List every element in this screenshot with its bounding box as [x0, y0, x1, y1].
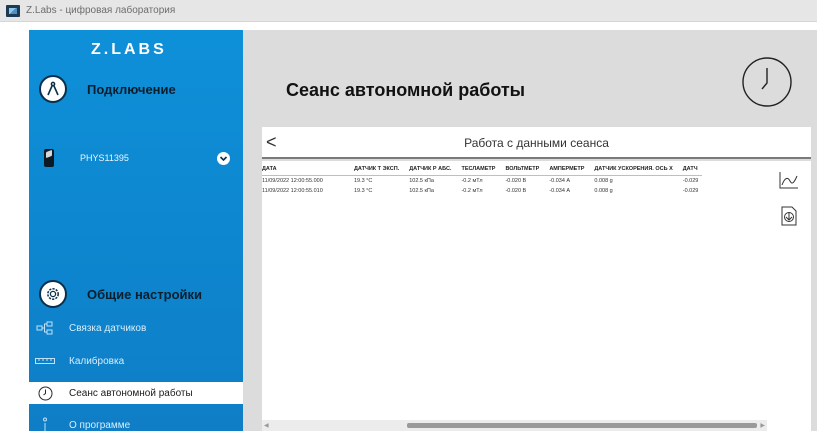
- chevron-down-icon[interactable]: [217, 151, 230, 165]
- connection-title: Подключение: [87, 82, 176, 97]
- menu-item-label: О программе: [69, 419, 131, 431]
- table-cell: 0.008 g: [594, 178, 613, 184]
- settings-gear-icon[interactable]: [39, 280, 67, 308]
- scrollbar-thumb[interactable]: [407, 423, 757, 428]
- menu-item-autonomous-session[interactable]: Сеанс автономной работы: [29, 382, 243, 404]
- column-header[interactable]: ДАТЧИК Р АБС.: [403, 161, 456, 176]
- menu-item-about[interactable]: О программе: [29, 414, 243, 431]
- app-icon: [6, 4, 20, 17]
- table-cell: -0.034 А: [549, 188, 571, 194]
- table-header-row: ДАТА ДАТЧИК Т ЭКСП. ДАТЧИК Р АБС. ТЕСЛАМ…: [262, 161, 703, 176]
- chart-button[interactable]: [778, 169, 800, 191]
- table-cell: 102.5 кПа: [409, 188, 434, 194]
- page-title: Сеанс автономной работы: [286, 80, 526, 100]
- table-cell: -0.034 А: [549, 178, 571, 184]
- clock-icon: [31, 386, 59, 401]
- menu-item-label: Сеанс автономной работы: [69, 387, 193, 399]
- table-cell: 102.5 кПа: [409, 178, 434, 184]
- menu-item-label: Калибровка: [69, 355, 125, 367]
- settings-title: Общие настройки: [87, 287, 202, 302]
- table-cell: -0.029: [682, 178, 699, 184]
- logo: Z.LABS: [91, 41, 167, 58]
- table-cell: 11/09/2022 12:00:55.000: [262, 178, 323, 184]
- sidebar: Z.LABS Подключение PHYS11395 Общие настр…: [29, 30, 243, 431]
- device-icon: [44, 149, 54, 167]
- connection-icon[interactable]: [39, 75, 67, 103]
- sensor-link-icon: [31, 321, 59, 335]
- right-toolbar: [767, 161, 811, 431]
- table-cell: -0.2 мТл: [461, 188, 483, 194]
- column-header[interactable]: ДАТЧ: [676, 161, 703, 176]
- menu-item-label: Связка датчиков: [69, 322, 147, 334]
- device-name: PHYS11395: [80, 153, 129, 163]
- scroll-left-icon[interactable]: ◀: [264, 422, 269, 429]
- data-table-container[interactable]: ДАТА ДАТЧИК Т ЭКСП. ДАТЧИК Р АБС. ТЕСЛАМ…: [262, 161, 767, 431]
- session-clock-icon: [742, 57, 792, 107]
- table-cell: 19.3 °C: [354, 188, 373, 194]
- session-data-header: < Работа с данными сеанса: [262, 127, 811, 159]
- table-cell: 0.008 g: [594, 188, 613, 194]
- column-header[interactable]: ТЕСЛАМЕТР: [455, 161, 500, 176]
- horizontal-scrollbar[interactable]: ◀ ▶: [262, 420, 767, 431]
- device-row[interactable]: PHYS11395: [44, 148, 230, 168]
- menu-item-sensor-link[interactable]: Связка датчиков: [29, 317, 243, 339]
- window-title: Z.Labs - цифровая лаборатория: [26, 5, 176, 16]
- column-header[interactable]: АМПЕРМЕТР: [543, 161, 589, 176]
- session-data-table: ДАТА ДАТЧИК Т ЭКСП. ДАТЧИК Р АБС. ТЕСЛАМ…: [262, 161, 703, 196]
- ruler-icon: [31, 358, 59, 364]
- info-icon: [31, 417, 59, 431]
- scroll-right-icon[interactable]: ▶: [760, 422, 765, 429]
- table-cell: -0.020 В: [505, 178, 527, 184]
- main-header: Сеанс автономной работы: [243, 30, 817, 140]
- table-cell: 19.3 °C: [354, 178, 373, 184]
- table-cell: -0.029: [682, 188, 699, 194]
- column-header[interactable]: ДАТЧИК Т ЭКСП.: [348, 161, 404, 176]
- table-row[interactable]: 11/09/2022 12:00:55.010 19.3 °C 102.5 кП…: [262, 186, 702, 196]
- download-button[interactable]: [778, 205, 800, 227]
- session-data-title: Работа с данными сеанса: [464, 136, 609, 150]
- download-icon: [781, 206, 797, 226]
- menu-item-calibration[interactable]: Калибровка: [29, 350, 243, 372]
- column-header[interactable]: ДАТЧИК УСКОРЕНИЯ. ОСЬ Х: [588, 161, 677, 176]
- table-cell: -0.020 В: [505, 188, 527, 194]
- chart-icon: [779, 172, 798, 189]
- table-cell: -0.2 мТл: [461, 178, 483, 184]
- table-cell: 11/09/2022 12:00:55.010: [262, 188, 323, 194]
- table-row[interactable]: 11/09/2022 12:00:55.000 19.3 °C 102.5 кП…: [262, 176, 702, 187]
- title-bar: Z.Labs - цифровая лаборатория: [0, 0, 817, 22]
- column-header[interactable]: ВОЛЬТМЕТР: [499, 161, 544, 176]
- column-header[interactable]: ДАТА: [262, 161, 348, 176]
